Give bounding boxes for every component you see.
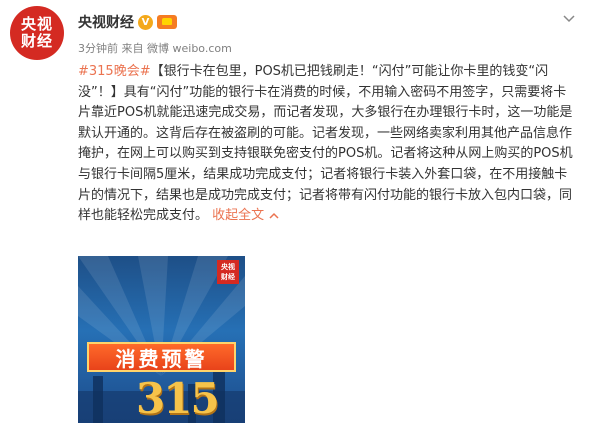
post-text: #315晚会#【银行卡在包里，POS机已把钱刷走！“闪付”可能让你卡里的钱变“闪…: [78, 62, 578, 227]
collapse-link[interactable]: 收起全文: [212, 208, 280, 223]
cctv-finance-logo: 央视 财经: [217, 260, 239, 284]
chevron-down-icon[interactable]: [562, 12, 576, 26]
author-avatar[interactable]: 央视 财经: [10, 6, 64, 60]
author-row: 央视财经 V: [78, 12, 177, 32]
logo-line2: 财经: [221, 273, 235, 281]
verified-v-icon[interactable]: V: [138, 14, 153, 30]
member-crown-icon[interactable]: [157, 15, 177, 29]
image-banner: 消费预警: [87, 342, 236, 372]
post-source[interactable]: 微博 weibo.com: [147, 42, 232, 55]
image-number: 315: [136, 374, 220, 423]
author-name[interactable]: 央视财经: [78, 12, 134, 32]
avatar-text-line1: 央视: [20, 15, 53, 33]
collapse-label: 收起全文: [212, 208, 265, 224]
avatar-text-line2: 财经: [20, 32, 53, 50]
chevron-up-icon: [269, 212, 279, 219]
hashtag-link[interactable]: #315晚会#: [78, 64, 151, 79]
post-body: 【银行卡在包里，POS机已把钱刷走！“闪付”可能让你卡里的钱变“闪没”！】具有“…: [78, 64, 573, 224]
source-prefix: 来自: [121, 42, 144, 55]
post-image[interactable]: 央视 财经 消费预警 315: [78, 256, 245, 423]
post-meta: 3分钟前 来自 微博 weibo.com: [78, 40, 232, 56]
logo-line1: 央视: [221, 263, 235, 271]
post-time[interactable]: 3分钟前: [78, 42, 118, 55]
